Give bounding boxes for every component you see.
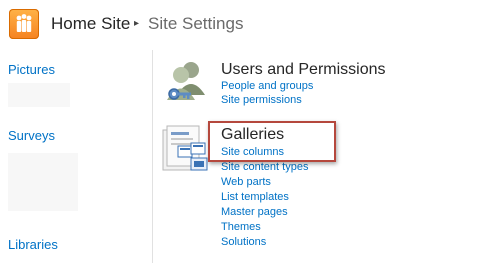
page-title: Site Settings [148, 14, 244, 33]
site-content-types-link[interactable]: Site content types [221, 161, 308, 173]
solutions-link[interactable]: Solutions [221, 236, 266, 248]
sharepoint-logo-icon[interactable] [9, 9, 39, 39]
galleries-icon [160, 122, 212, 174]
breadcrumb-home-site-link[interactable]: Home Site [51, 14, 130, 34]
master-pages-link[interactable]: Master pages [221, 206, 288, 218]
users-permissions-icon [160, 57, 212, 109]
nav-item-placeholder [8, 83, 70, 107]
nav-heading-libraries[interactable]: Libraries [8, 237, 58, 252]
section-users-permissions: Users and Permissions People and groups … [160, 57, 480, 112]
nav-heading-surveys[interactable]: Surveys [8, 128, 55, 143]
nav-item-placeholder [8, 153, 78, 211]
users-permissions-title: Users and Permissions [221, 61, 386, 78]
themes-link[interactable]: Themes [221, 221, 261, 233]
galleries-highlight-box [208, 121, 336, 162]
nav-divider [152, 50, 153, 263]
nav-heading-pictures[interactable]: Pictures [8, 62, 55, 77]
site-permissions-link[interactable]: Site permissions [221, 94, 302, 106]
web-parts-link[interactable]: Web parts [221, 176, 271, 188]
quick-launch-nav: Pictures Surveys Libraries [0, 50, 152, 263]
breadcrumb-separator-icon: ▸ [134, 18, 140, 29]
people-and-groups-link[interactable]: People and groups [221, 80, 313, 92]
list-templates-link[interactable]: List templates [221, 191, 289, 203]
header-bar: Home Site ▸ Site Settings [0, 0, 485, 50]
